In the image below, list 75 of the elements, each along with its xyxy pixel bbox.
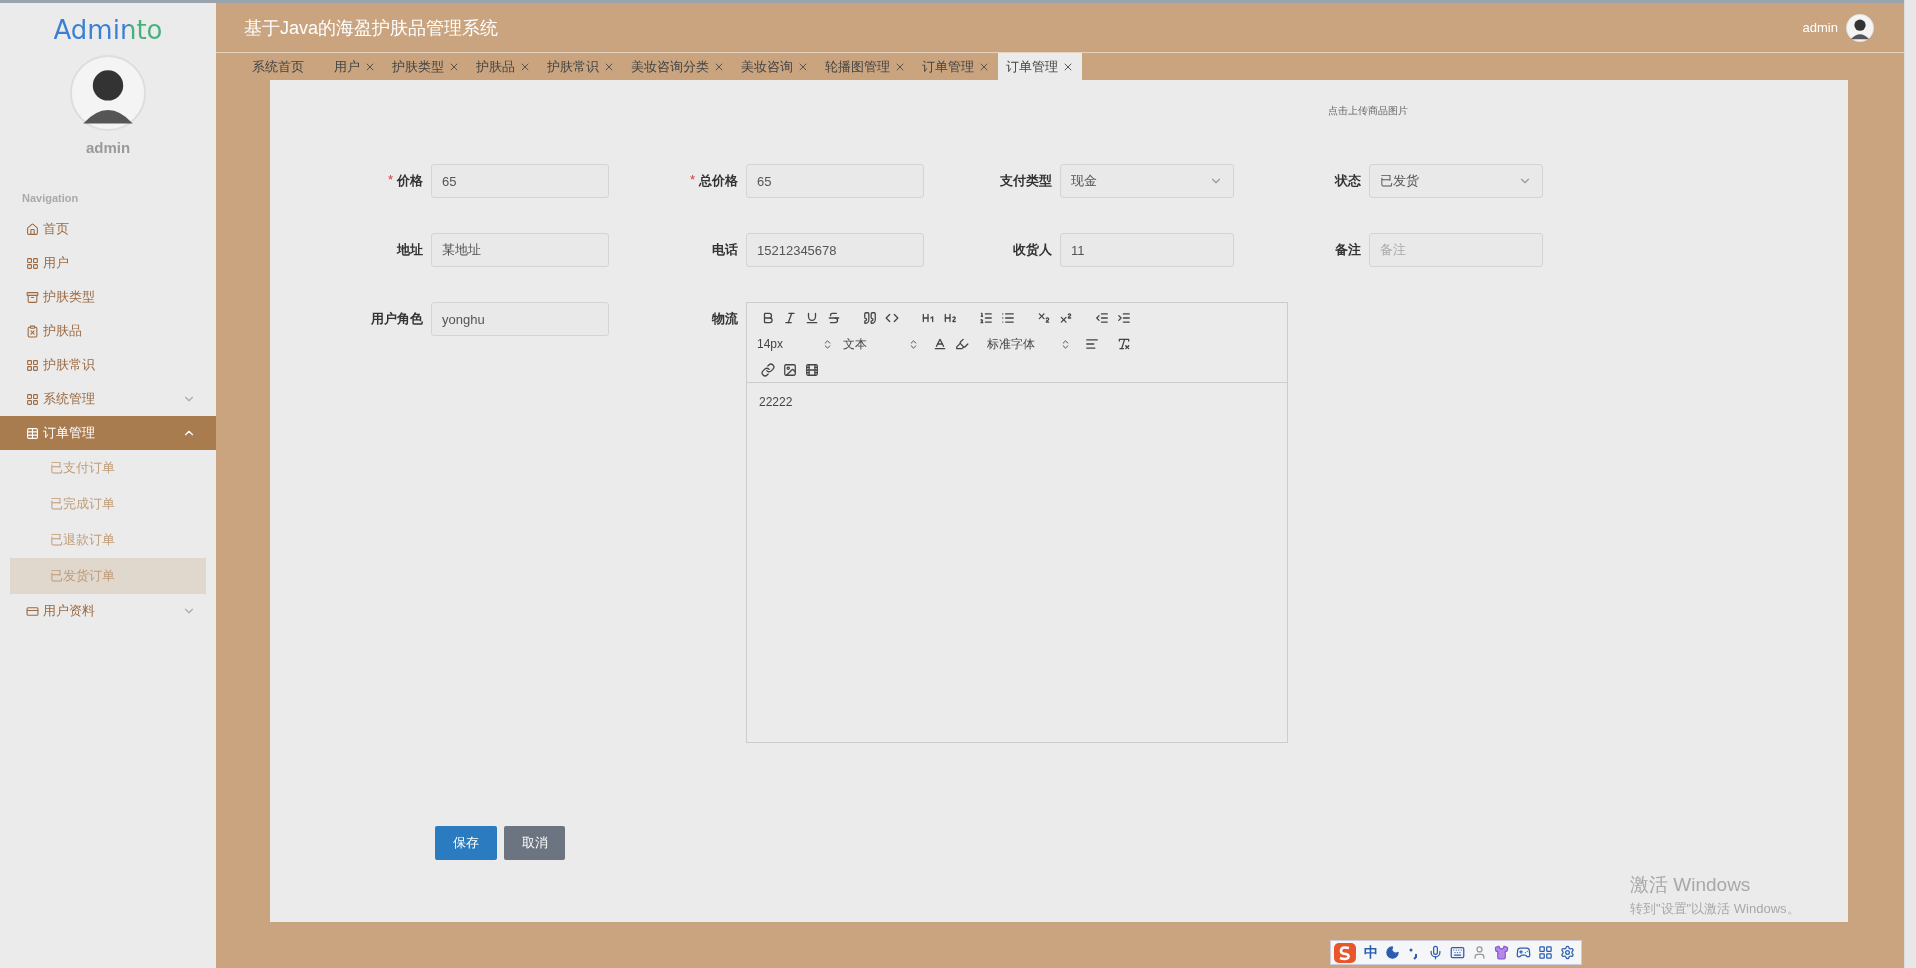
tab[interactable]: 系统首页 [242,53,326,80]
sidebar-item[interactable]: 用户资料 [0,594,216,628]
card-icon [26,604,39,618]
grid-icon [26,256,39,270]
tab[interactable]: 护肤类型 [384,53,468,80]
sidebar-item[interactable]: 护肤类型 [0,280,216,314]
upload-hint[interactable]: 点击上传商品图片 [1328,104,1408,118]
rich-text-editor[interactable]: 14px 文本 标准字体 22222 [746,302,1288,743]
gamepad-icon[interactable] [1516,945,1531,960]
user-name[interactable]: admin [1802,20,1838,35]
input-field[interactable]: 65 [431,164,609,198]
up-down-icon [822,338,833,350]
save-button[interactable]: 保存 [435,826,497,860]
field-label: 用户角色 [371,310,423,328]
required-mark: * [689,172,695,189]
sidebar-item[interactable]: 护肤品 [0,314,216,348]
select-field[interactable]: 现金 [1060,164,1234,198]
input-field[interactable]: 某地址 [431,233,609,267]
avatar [1846,13,1874,42]
tab[interactable]: 护肤常识 [539,53,623,80]
tab[interactable]: 美妆咨询分类 [623,53,733,80]
up-down-icon [908,338,919,350]
input-field[interactable]: 11 [1060,233,1234,267]
input-field[interactable]: yonghu [431,302,609,336]
field-label: 地址 [397,241,423,259]
tab[interactable]: 护肤品 [468,53,539,80]
moon-icon[interactable] [1385,945,1400,960]
tab[interactable]: 订单管理 [914,53,998,80]
sidebar-item[interactable]: 用户 [0,246,216,280]
heading-picker[interactable]: 文本 [843,335,919,353]
tab[interactable]: 订单管理 [998,53,1082,80]
input-field[interactable]: 15212345678 [746,233,924,267]
activation-text: 转到"设置"以激活 Windows。 [1630,900,1800,918]
field-label: 状态 [1335,172,1361,190]
microphone-icon[interactable] [1428,945,1443,960]
field-label: 电话 [712,241,738,259]
grid-icon [26,392,39,406]
font-picker[interactable]: 标准字体 [987,335,1071,353]
settings-icon[interactable] [1560,945,1575,960]
keyboard-icon[interactable] [1450,945,1465,960]
field-label: 收货人 [1013,241,1052,259]
input-mode[interactable]: 中 [1364,943,1378,962]
grid-icon [26,358,39,372]
cancel-button[interactable]: 取消 [504,826,565,860]
field-label: * 总价格 [689,172,738,190]
section-label: Navigation [22,192,80,204]
field-label: 支付类型 [1000,172,1052,190]
person-icon[interactable] [1472,945,1487,960]
activation-title: 激活 Windows [1630,873,1752,897]
up-down-icon [1060,338,1071,350]
grid-icon[interactable] [1538,945,1553,960]
size-picker[interactable]: 14px [757,335,833,353]
ime-logo-icon[interactable] [1333,941,1357,964]
home-icon [26,222,39,236]
input-field[interactable]: 65 [746,164,924,198]
scrollbar[interactable] [1904,0,1916,968]
field-label: 备注 [1335,241,1361,259]
tab[interactable]: 轮播图管理 [817,53,914,80]
sidebar-item[interactable]: 系统管理 [0,382,216,416]
tab[interactable]: 用户 [326,53,384,80]
field-label: * 价格 [387,172,423,190]
sidebar-item[interactable]: 订单管理 [0,416,216,450]
shirt-icon[interactable] [1494,945,1509,960]
tab[interactable]: 美妆咨询 [733,53,817,80]
box-icon [26,290,39,304]
required-mark: * [387,172,393,189]
table-icon [26,426,39,440]
select-field[interactable]: 已发货 [1369,164,1543,198]
clipboard-icon [26,324,39,338]
sidebar-item[interactable]: 首页 [0,212,216,246]
app-title: 基于Java的海盈护肤品管理系统 [244,16,500,40]
field-label: 物流 [712,310,738,328]
sidebar-item[interactable]: 护肤常识 [0,348,216,382]
editor-text: 22222 [759,395,793,409]
user-name: admin [85,139,131,156]
